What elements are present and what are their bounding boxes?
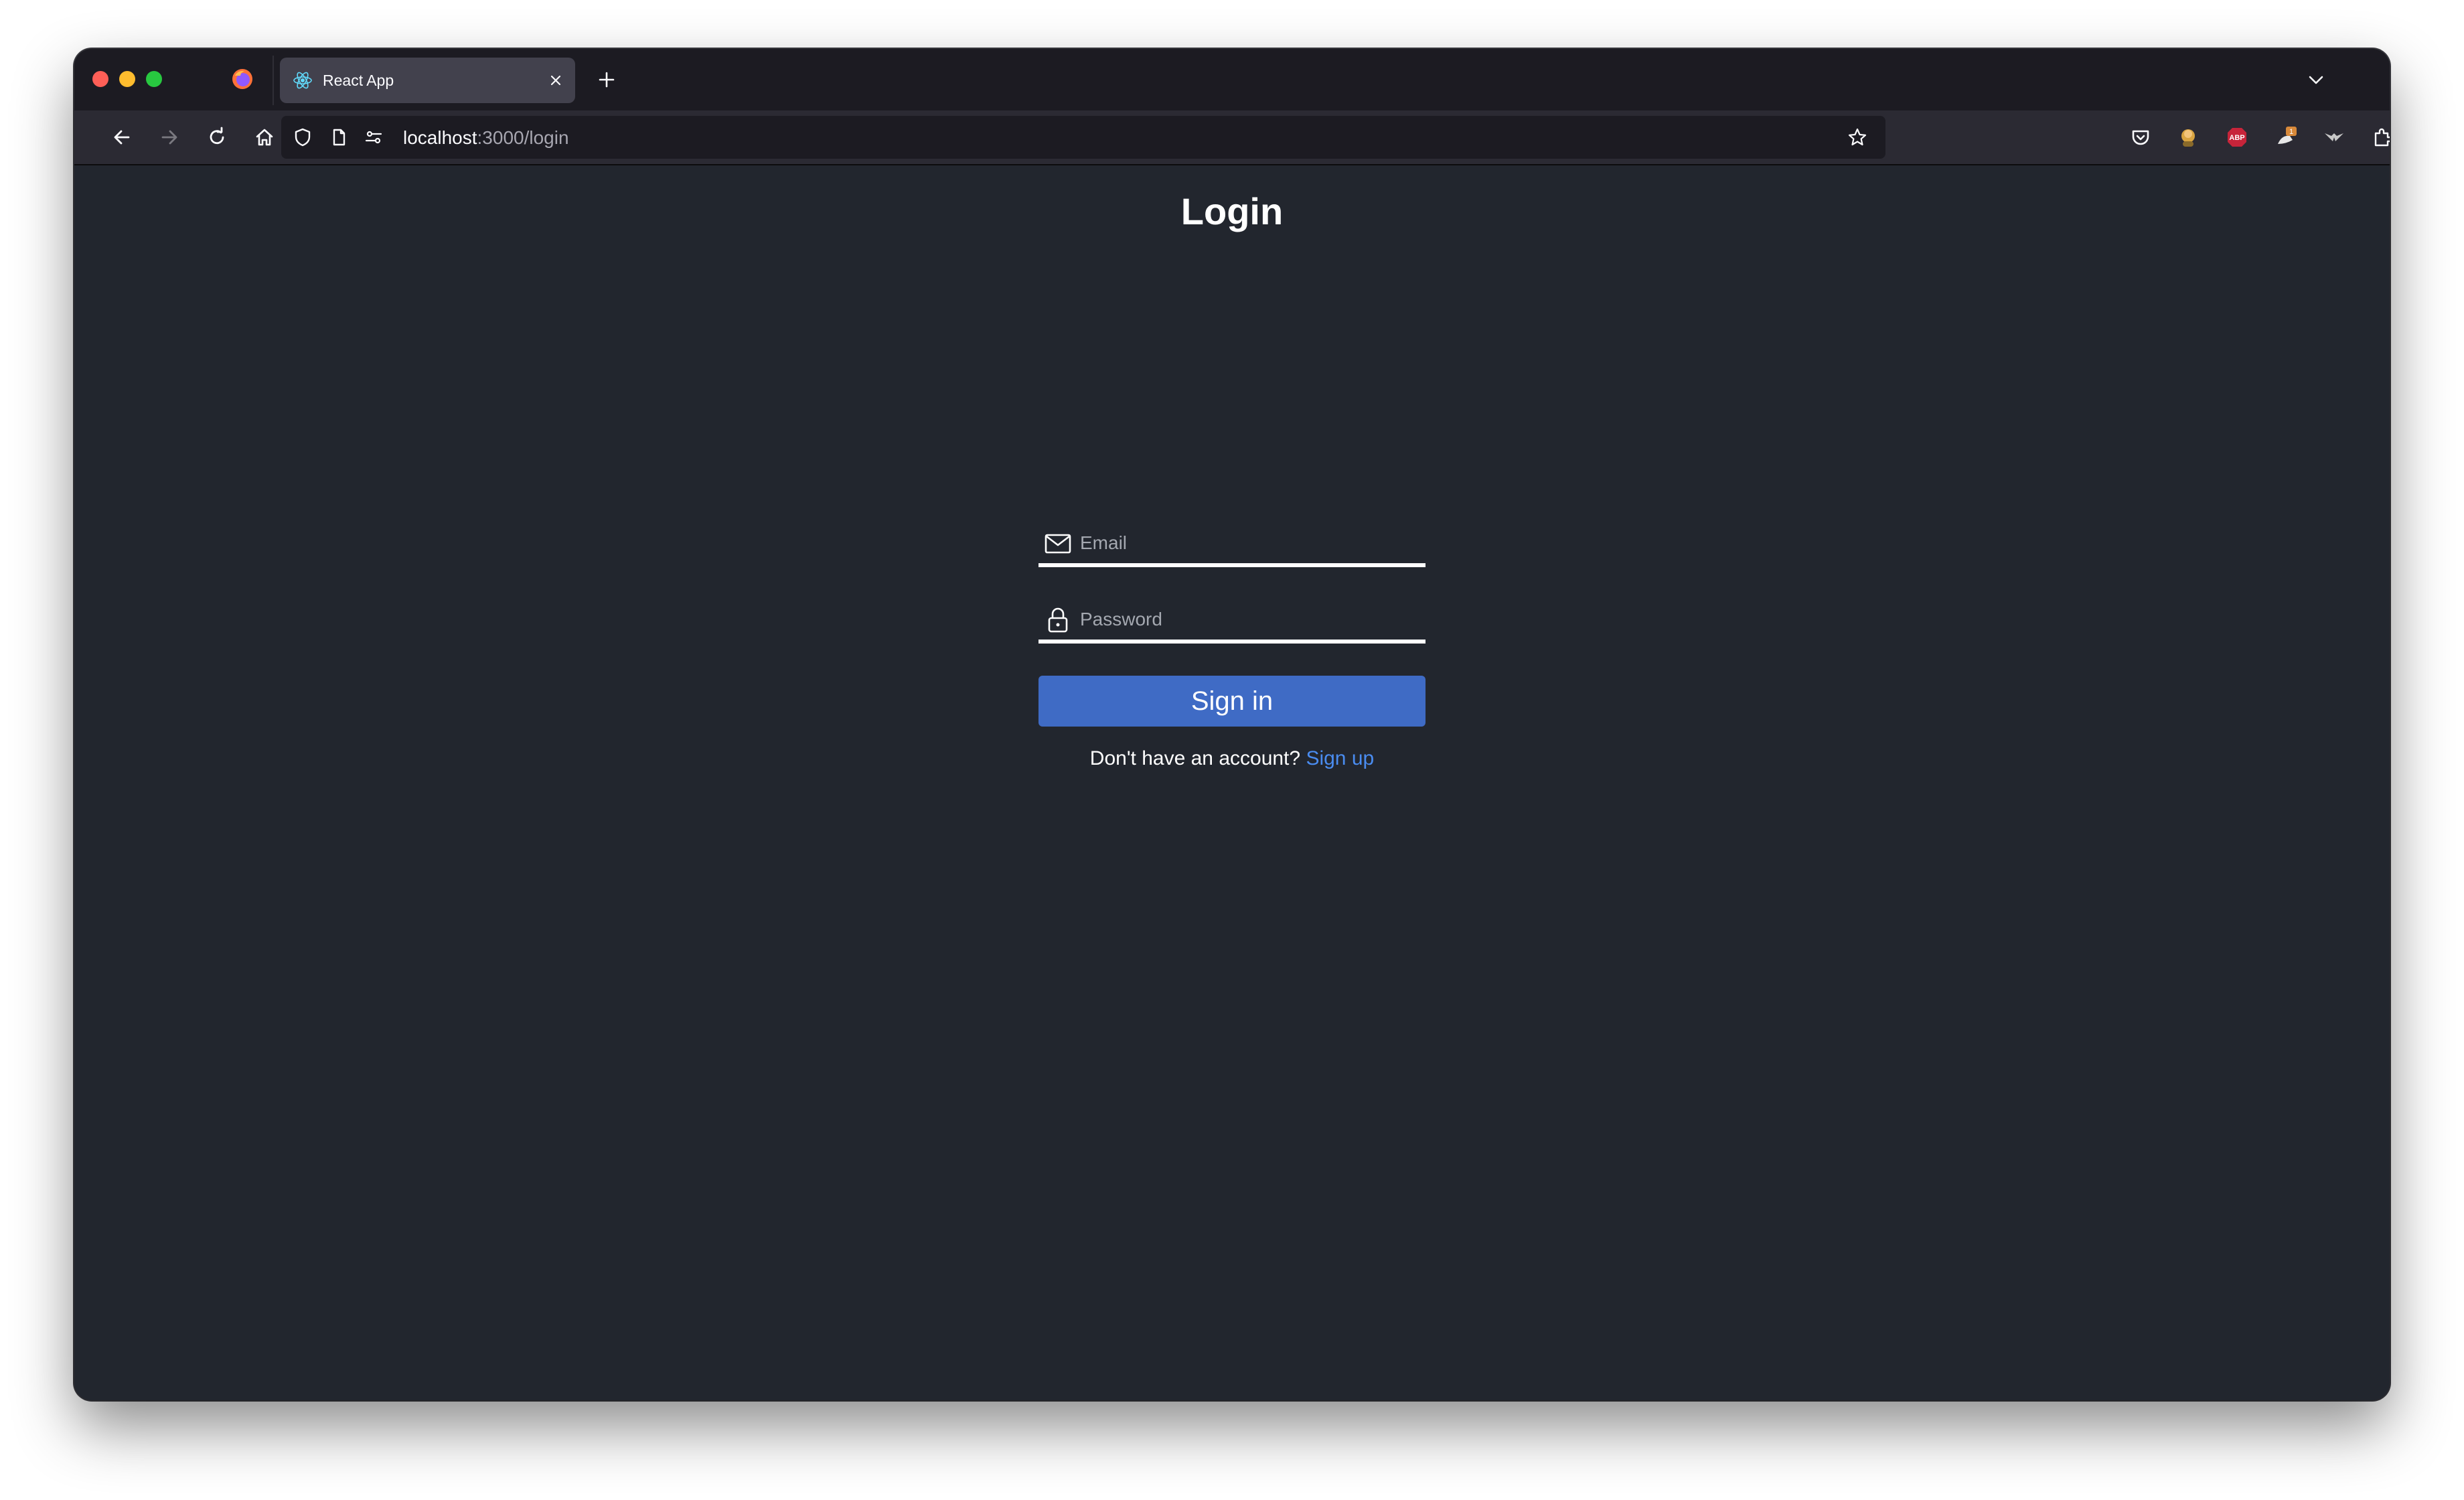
reload-icon[interactable] bbox=[204, 124, 230, 151]
page-icon[interactable] bbox=[327, 125, 351, 149]
bookmark-star-icon[interactable] bbox=[1845, 125, 1869, 149]
url-host: localhost bbox=[403, 127, 477, 148]
browser-window: React App localhost:3000/login ABP 1 Log… bbox=[74, 49, 2390, 1400]
pocket-icon[interactable] bbox=[2127, 124, 2154, 151]
lock-icon bbox=[1044, 606, 1072, 634]
notification-extension-icon[interactable]: 1 bbox=[2273, 124, 2299, 151]
signup-prompt-text: Don't have an account? bbox=[1089, 747, 1301, 769]
tab-list-chevron-icon[interactable] bbox=[2304, 68, 2328, 92]
sign-up-link[interactable]: Sign up bbox=[1306, 747, 1374, 769]
tab-title: React App bbox=[323, 72, 394, 89]
close-tab-icon[interactable] bbox=[546, 71, 565, 90]
permissions-icon[interactable] bbox=[362, 125, 386, 149]
password-field bbox=[1038, 599, 1426, 644]
envelope-icon bbox=[1044, 530, 1072, 558]
zoom-window-button[interactable] bbox=[146, 71, 162, 87]
sign-in-button[interactable]: Sign in bbox=[1038, 676, 1426, 727]
new-tab-icon[interactable] bbox=[595, 68, 619, 92]
page-content: Login Email Sign in Don't have an accoun… bbox=[74, 165, 2390, 1400]
tab-react-app[interactable]: React App bbox=[280, 58, 575, 103]
navigation-bar: localhost:3000/login ABP 1 bbox=[74, 110, 2390, 165]
avatar-extension-icon[interactable] bbox=[2175, 124, 2202, 151]
adblock-label: ABP bbox=[2229, 134, 2244, 142]
signup-prompt: Don't have an account? Sign up bbox=[1038, 747, 1426, 771]
email-input[interactable] bbox=[1079, 527, 1416, 559]
close-window-button[interactable] bbox=[92, 71, 108, 87]
firefox-icon[interactable] bbox=[231, 68, 254, 90]
notification-count: 1 bbox=[2289, 128, 2293, 136]
password-input[interactable] bbox=[1079, 603, 1416, 635]
address-bar[interactable]: localhost:3000/login bbox=[281, 116, 1885, 159]
extensions-icon[interactable] bbox=[2369, 124, 2390, 151]
url-path: :3000/login bbox=[477, 127, 569, 148]
home-icon[interactable] bbox=[251, 124, 278, 151]
tab-strip: React App bbox=[74, 49, 2390, 110]
adblock-icon[interactable]: ABP bbox=[2224, 124, 2250, 151]
tracking-shield-icon[interactable] bbox=[291, 125, 315, 149]
email-field bbox=[1038, 523, 1426, 567]
tab-separator bbox=[273, 56, 274, 105]
react-icon bbox=[292, 70, 313, 91]
back-arrow-icon[interactable] bbox=[108, 124, 135, 151]
forward-arrow-icon[interactable] bbox=[156, 124, 183, 151]
url-text[interactable]: localhost:3000/login bbox=[403, 127, 569, 149]
page-title: Login bbox=[1180, 190, 1284, 232]
bird-extension-icon[interactable] bbox=[2321, 124, 2347, 151]
minimize-window-button[interactable] bbox=[119, 71, 135, 87]
login-form: Sign in Don't have an account? Sign up bbox=[1038, 523, 1426, 771]
